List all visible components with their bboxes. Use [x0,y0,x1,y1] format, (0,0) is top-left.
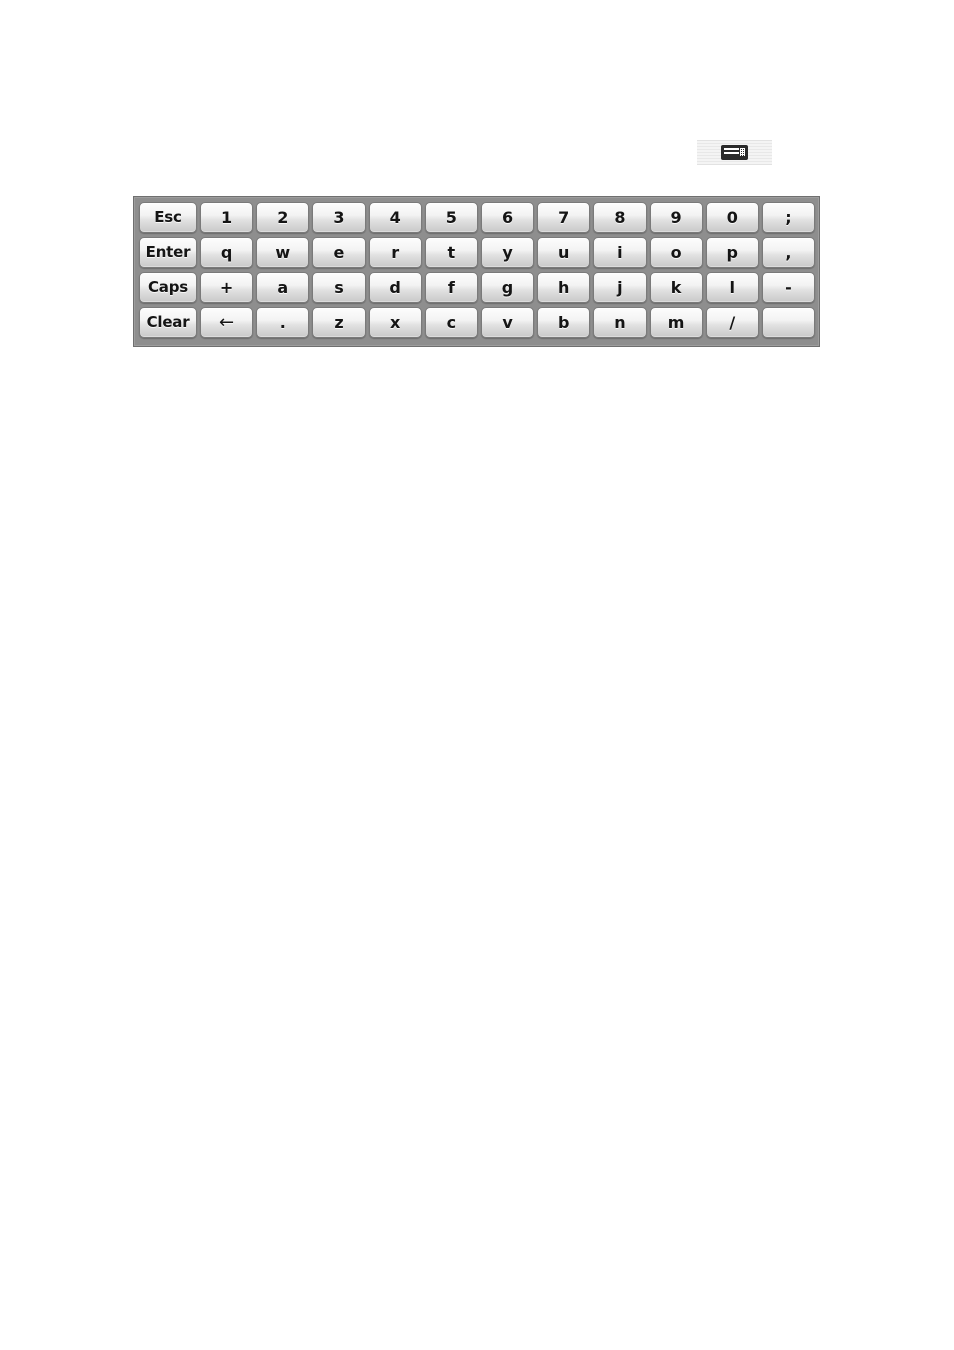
key-y[interactable]: y [480,237,535,268]
key-c[interactable]: c [424,307,478,338]
key-k[interactable]: k [649,272,703,303]
key-6[interactable]: 6 [480,202,535,233]
key-j[interactable]: j [593,272,647,303]
key-o[interactable]: o [649,237,703,268]
key-z[interactable]: z [312,307,366,338]
key-t[interactable]: t [424,237,478,268]
key-l[interactable]: l [705,272,759,303]
key-period[interactable]: . [256,307,310,338]
key-clear[interactable]: Clear [139,307,197,338]
key-d[interactable]: d [368,272,422,303]
key-8[interactable]: 8 [593,202,647,233]
key-v[interactable]: v [480,307,535,338]
key-7[interactable]: 7 [537,202,591,233]
key-s[interactable]: s [312,272,366,303]
key-esc[interactable]: Esc [139,202,197,233]
key-semicolon[interactable]: ; [761,202,816,233]
key-g[interactable]: g [480,272,535,303]
key-space[interactable] [761,307,816,338]
on-screen-keyboard: Esc 1 2 3 4 5 6 7 8 9 0 ; Enter q w e r … [133,196,820,347]
key-n[interactable]: n [593,307,647,338]
key-a[interactable]: a [256,272,310,303]
key-u[interactable]: u [537,237,591,268]
key-4[interactable]: 4 [368,202,422,233]
key-q[interactable]: q [200,237,254,268]
key-p[interactable]: p [705,237,759,268]
key-caps[interactable]: Caps [139,272,197,303]
key-2[interactable]: 2 [256,202,310,233]
key-5[interactable]: 5 [424,202,478,233]
key-slash[interactable]: / [705,307,759,338]
keyboard-toggle-button[interactable] [697,140,772,165]
keyboard-row: Esc 1 2 3 4 5 6 7 8 9 0 ; [139,202,816,235]
key-0[interactable]: 0 [705,202,759,233]
key-plus[interactable]: + [200,272,254,303]
key-f[interactable]: f [424,272,478,303]
key-backspace[interactable]: ← [200,307,254,338]
key-1[interactable]: 1 [200,202,254,233]
keyboard-row: Clear ← . z x c v b n m / [139,307,816,340]
key-e[interactable]: e [312,237,366,268]
keyboard-row: Caps + a s d f g h j k l - [139,272,816,305]
keyboard-icon [721,145,748,160]
key-9[interactable]: 9 [649,202,703,233]
key-3[interactable]: 3 [312,202,366,233]
key-b[interactable]: b [537,307,591,338]
key-enter[interactable]: Enter [139,237,197,268]
key-comma[interactable]: , [761,237,816,268]
key-hyphen[interactable]: - [761,272,816,303]
key-x[interactable]: x [368,307,422,338]
key-h[interactable]: h [537,272,591,303]
key-r[interactable]: r [368,237,422,268]
key-m[interactable]: m [649,307,703,338]
key-w[interactable]: w [256,237,310,268]
key-i[interactable]: i [593,237,647,268]
keyboard-row: Enter q w e r t y u i o p , [139,237,816,270]
